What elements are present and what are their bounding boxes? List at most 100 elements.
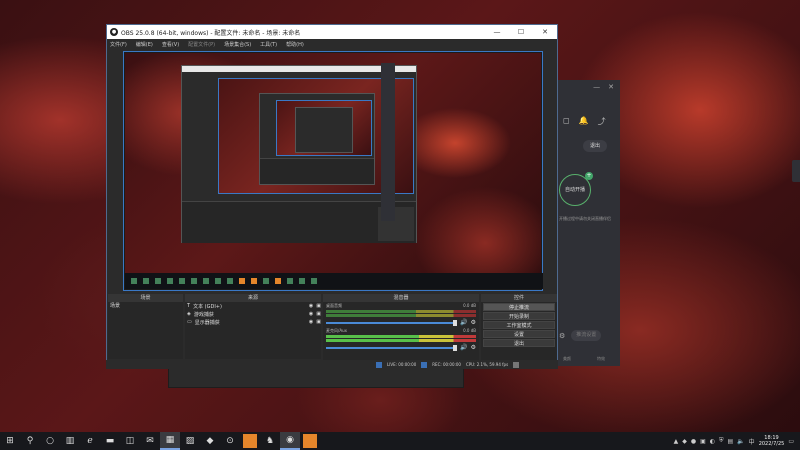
menu-view[interactable]: 查看(V)	[162, 41, 179, 48]
tray-app-icon[interactable]: ●	[691, 438, 696, 445]
app-icon[interactable]: ▦	[160, 432, 180, 450]
scenes-dock: 场景 场景 + − ⌃ ⌄	[108, 294, 183, 368]
minimize-icon[interactable]: —	[593, 83, 600, 92]
settings-button[interactable]: 设置	[483, 330, 555, 338]
clock[interactable]: 18:19 2022/7/25	[759, 435, 785, 447]
edge-icon[interactable]: ℯ	[80, 432, 100, 450]
obs-logo-icon: ●	[110, 28, 118, 36]
menu-profile[interactable]: 配置文件(P)	[188, 41, 215, 48]
game-icon[interactable]: ♞	[260, 432, 280, 450]
obs-icon[interactable]: ◉	[280, 432, 300, 450]
obs-window: ● OBS 25.0.8 (64-bit, windows) - 配置文件: 未…	[106, 24, 558, 369]
menu-bar: 文件(F) 编辑(E) 查看(V) 配置文件(P) 场景集合(S) 工具(T) …	[107, 39, 557, 49]
rec-indicator-icon	[421, 361, 428, 368]
source-row[interactable]: T 文本 (GDI+) ◉ ▣	[185, 302, 321, 310]
preview-image	[125, 53, 543, 289]
live-time: LIVE: 00:00:00	[387, 362, 417, 367]
task-view-icon[interactable]: ▥	[60, 432, 80, 450]
scenes-title: 场景	[108, 294, 183, 302]
ime-icon[interactable]: 中	[749, 437, 755, 446]
tray-app-icon[interactable]: ◆	[682, 438, 687, 445]
minimize-button[interactable]: —	[485, 28, 509, 36]
volume-icon[interactable]: 🔈	[737, 438, 744, 445]
tray-app-icon[interactable]: ▣	[700, 438, 706, 445]
gear-icon[interactable]: ⚙	[471, 344, 476, 351]
eye-icon[interactable]: ◉	[309, 311, 313, 317]
rec-time: REC: 00:00:00	[432, 362, 461, 367]
audio-channel: 桌面音频 0.0 dB 🔊 ⚙	[323, 302, 479, 327]
eye-icon[interactable]: ◉	[309, 319, 313, 325]
menu-edit[interactable]: 编辑(E)	[136, 41, 153, 48]
exit-button[interactable]: 退出	[483, 339, 555, 347]
channel-name: 桌面音频	[326, 303, 342, 308]
lock-icon[interactable]: ▣	[316, 303, 321, 309]
push-settings-button[interactable]: 推流设置	[571, 330, 602, 341]
start-recording-button[interactable]: 开始录制	[483, 312, 555, 320]
channel-db: 0.0 dB	[463, 328, 476, 333]
tray-app-icon[interactable]: ◐	[710, 438, 715, 445]
channel-db: 0.0 dB	[463, 303, 476, 308]
chat-icon[interactable]: ◻	[563, 116, 570, 127]
side-panel-edge	[792, 160, 800, 182]
source-name: 文本 (GDI+)	[193, 303, 222, 310]
menu-scene-collection[interactable]: 场景集合(S)	[224, 41, 251, 48]
lock-icon[interactable]: ▣	[316, 311, 321, 317]
volume-slider[interactable]	[326, 319, 458, 326]
live-companion-icon[interactable]	[300, 432, 320, 450]
steam-icon[interactable]: ⊙	[220, 432, 240, 450]
start-icon[interactable]: ⊞	[0, 432, 20, 450]
volume-slider[interactable]	[326, 344, 458, 351]
maximize-button[interactable]: ☐	[509, 28, 533, 36]
clock-date: 2022/7/25	[758, 441, 785, 447]
system-tray: ▲ ◆ ● ▣ ◐ ⛨ ▤ 🔈 中 18:19 2022/7/25 ▭	[674, 435, 800, 447]
monitor-icon: ▭	[187, 319, 192, 325]
dropbox-icon[interactable]: ◆	[200, 432, 220, 450]
resize-icon[interactable]	[513, 361, 520, 368]
preview-canvas[interactable]	[123, 51, 543, 291]
panel-description: 开播过程中请勿关闭直播伴侣	[559, 216, 611, 221]
footer-item-beauty[interactable]: 美颜	[563, 356, 571, 362]
text-icon: T	[187, 303, 191, 309]
search-icon[interactable]: ⚲	[20, 432, 40, 450]
explorer-icon[interactable]: ▬	[100, 432, 120, 450]
studio-mode-button[interactable]: 工作室模式	[483, 321, 555, 329]
photos-icon[interactable]: ▨	[180, 432, 200, 450]
tray-app-icon[interactable]: ▲	[674, 438, 679, 445]
network-icon[interactable]: ▤	[728, 438, 734, 445]
status-bar: LIVE: 00:00:00 REC: 00:00:00 CPU: 2.1%, …	[106, 360, 558, 369]
bell-icon[interactable]: 🔔	[579, 116, 589, 127]
menu-tools[interactable]: 工具(T)	[260, 41, 277, 48]
menu-file[interactable]: 文件(F)	[110, 41, 127, 48]
scene-item[interactable]: 场景	[108, 302, 183, 310]
exit-button[interactable]: 退出	[583, 140, 607, 152]
eye-icon[interactable]: ◉	[309, 303, 313, 309]
notification-icon[interactable]: ▭	[788, 438, 794, 445]
nested-side-panel	[381, 63, 395, 221]
footer-item-effects[interactable]: 特效	[597, 356, 605, 362]
source-row[interactable]: ◈ 游戏捕获 ◉ ▣	[185, 310, 321, 318]
status-dot: +	[585, 172, 593, 180]
channel-name: 麦克风/Aux	[326, 328, 347, 333]
lock-icon[interactable]: ▣	[316, 319, 321, 325]
cortana-icon[interactable]: ○	[40, 432, 60, 450]
gear-icon[interactable]: ⚙	[559, 332, 565, 340]
controls-dock: 控件 停止推流 开始录制 工作室模式 设置 退出	[481, 294, 557, 368]
live-app-icon[interactable]	[240, 432, 260, 450]
mixer-title: 混音器	[323, 294, 479, 302]
source-row[interactable]: ▭ 显示器捕获 ◉ ▣	[185, 318, 321, 326]
store-icon[interactable]: ◫	[120, 432, 140, 450]
menu-help[interactable]: 帮助(H)	[286, 41, 304, 48]
close-icon[interactable]: ✕	[608, 83, 614, 92]
gamepad-icon: ◈	[187, 311, 191, 317]
stop-streaming-button[interactable]: 停止推流	[483, 303, 555, 311]
shield-icon[interactable]: ⛨	[719, 437, 724, 445]
gear-icon[interactable]: ⚙	[471, 319, 476, 326]
speaker-icon[interactable]: 🔊	[460, 319, 467, 326]
speaker-icon[interactable]: 🔊	[460, 344, 467, 351]
mail-icon[interactable]: ✉	[140, 432, 160, 450]
volume-meter	[326, 339, 476, 342]
close-button[interactable]: ✕	[533, 28, 557, 36]
nested-taskbar	[125, 273, 543, 289]
audio-channel: 麦克风/Aux 0.0 dB 🔊 ⚙	[323, 327, 479, 352]
share-icon[interactable]: ⤴	[598, 116, 606, 127]
